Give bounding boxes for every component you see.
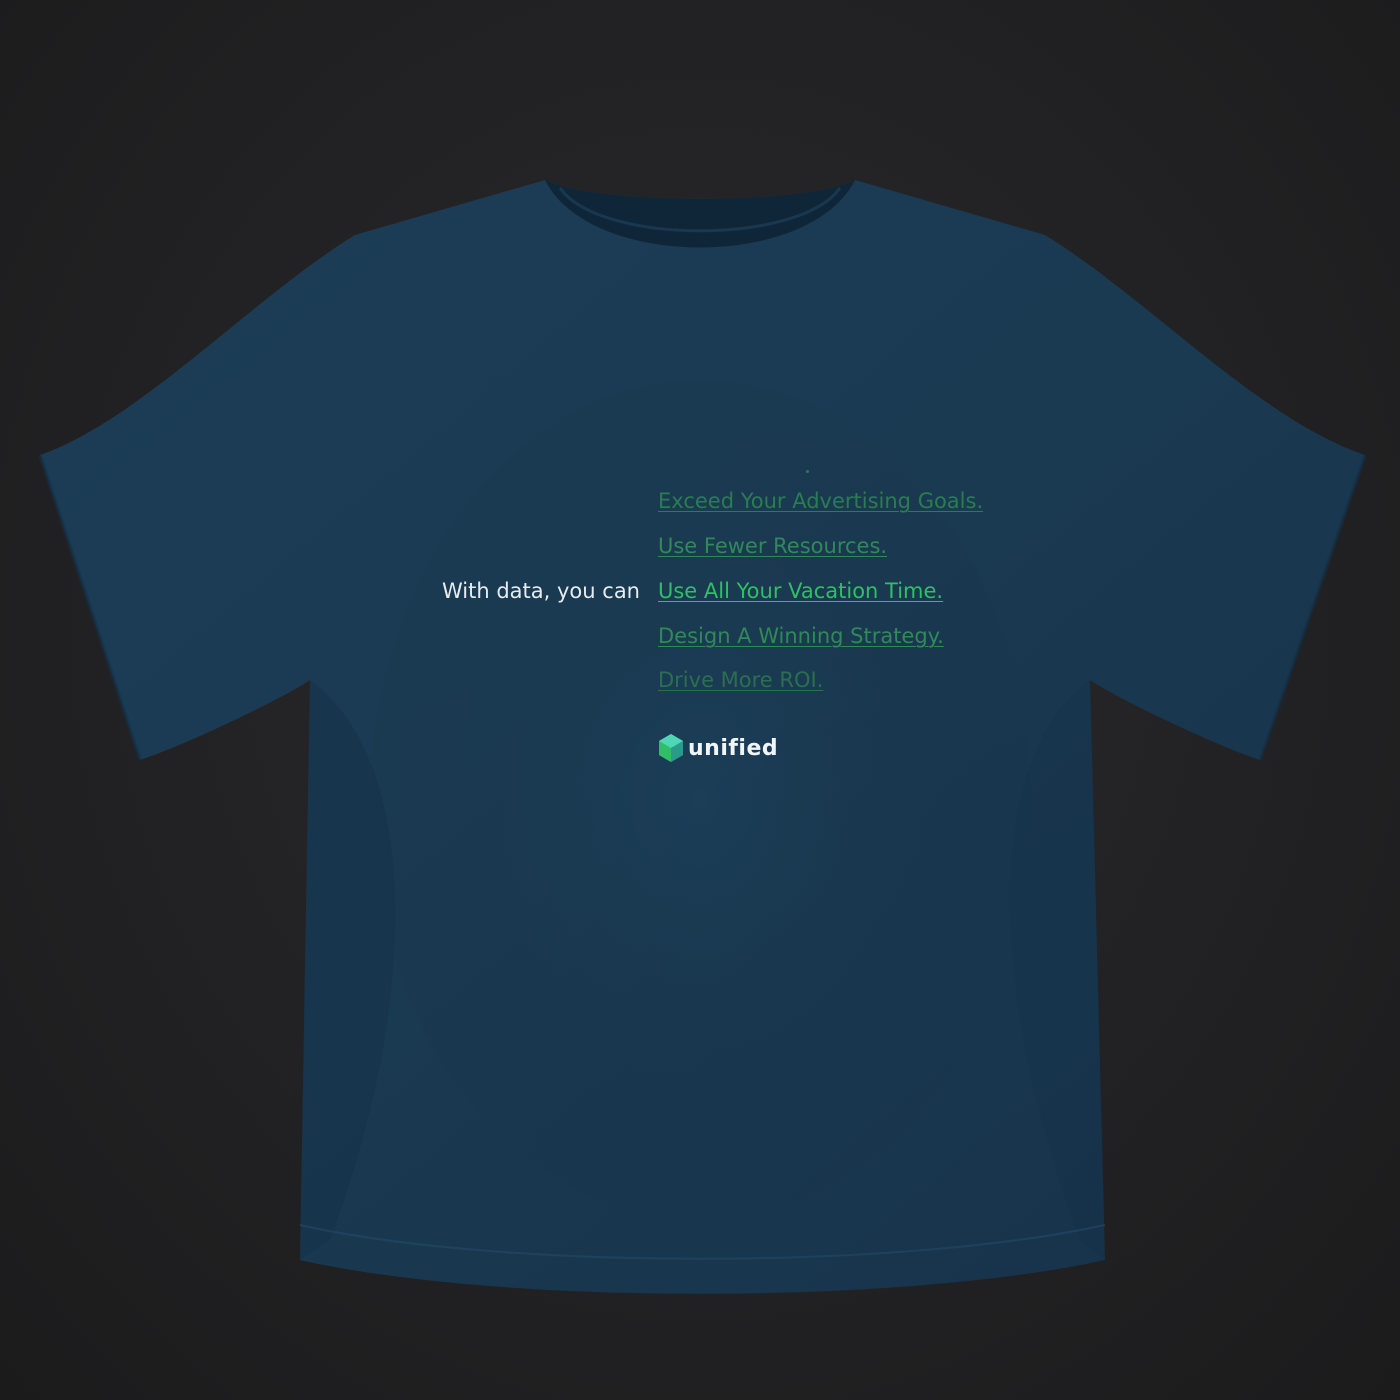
shirt-print: With data, you can Exceed Your Advertisi… [0, 0, 1400, 1400]
hexagon-logo-icon [659, 734, 683, 762]
print-lead-text: With data, you can [442, 579, 640, 603]
print-line-1: Exceed Your Advertising Goals. [658, 489, 984, 513]
decorative-dot [806, 470, 809, 473]
print-line-3: Use All Your Vacation Time. [658, 579, 944, 603]
print-line-4: Design A Winning Strategy. [658, 624, 944, 648]
brand-name: unified [688, 735, 779, 761]
unified-logo: unified [658, 733, 778, 763]
print-line-2: Use Fewer Resources. [658, 534, 888, 558]
product-mockup-scene: With data, you can Exceed Your Advertisi… [0, 0, 1400, 1400]
print-line-5: Drive More ROI. [658, 668, 824, 692]
